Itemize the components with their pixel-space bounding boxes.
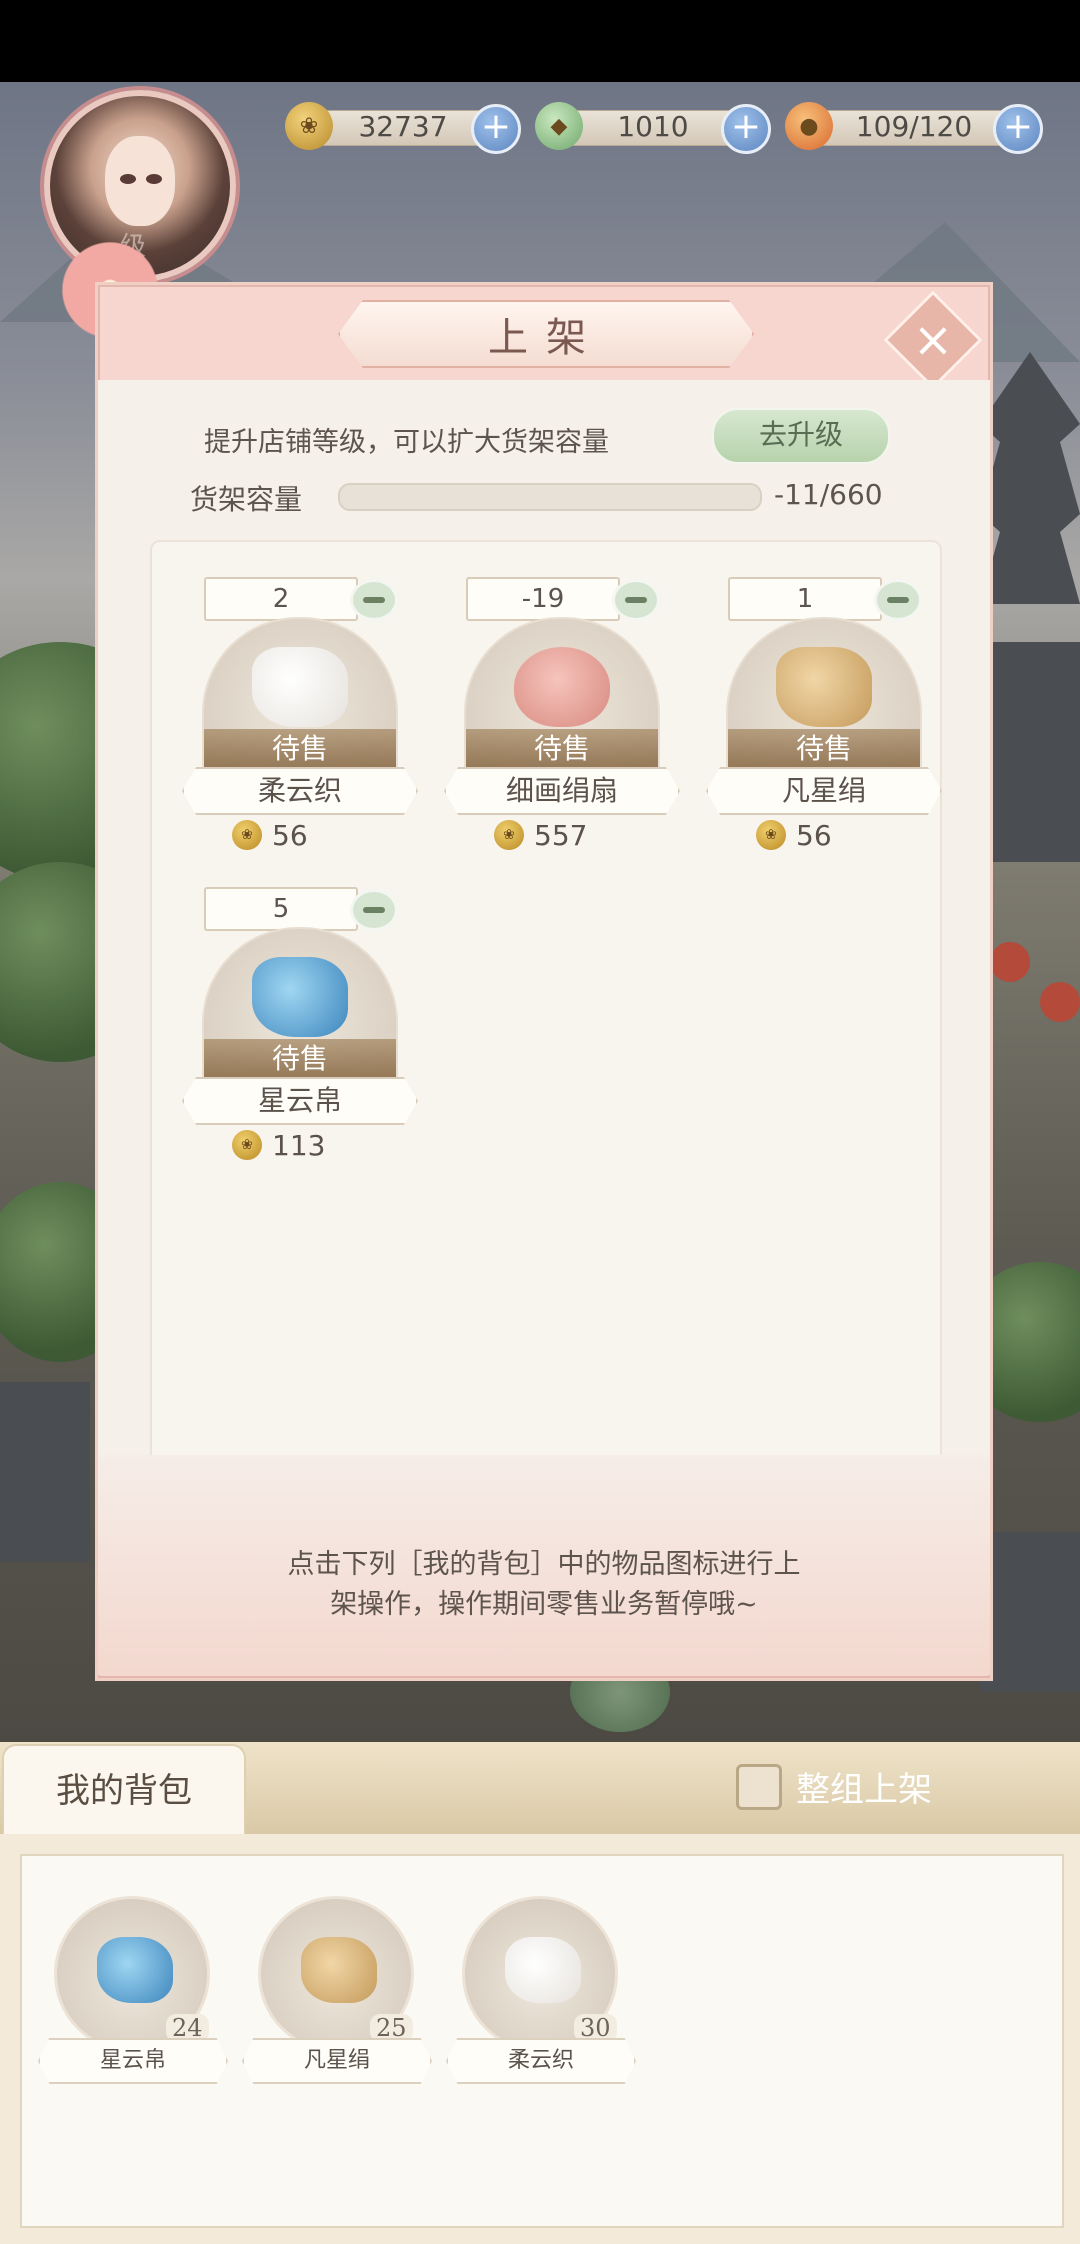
price-value: 557 xyxy=(534,818,588,852)
bag-tab-bar: 我的背包 整组上架 xyxy=(0,1742,1080,1836)
avatar-face xyxy=(105,136,175,226)
avatar-eye-icon xyxy=(146,174,162,184)
item-name: 柔云织 xyxy=(182,767,418,815)
item-price: ❀ 56 xyxy=(232,817,308,853)
item-name: 凡星绢 xyxy=(706,767,942,815)
paw-coin-icon: ❀ xyxy=(494,820,524,850)
shelf-item[interactable]: 5 待售 星云帛 ❀ 113 xyxy=(182,887,418,1177)
bag-item-count: 25 xyxy=(370,2014,413,2042)
bag-item[interactable]: 25 凡星绢 xyxy=(242,1896,432,2084)
paw-coin-icon: ❀ xyxy=(285,102,333,150)
close-button[interactable]: × xyxy=(883,290,983,390)
upgrade-hint: 提升店铺等级，可以扩大货架容量 xyxy=(204,427,609,458)
shelf-grid: 2 待售 柔云织 ❀ 56 -19 待售 细画绢扇 ❀ 557 1 待售 凡星绢… xyxy=(150,540,942,1524)
group-shelf-label[interactable]: 整组上架 xyxy=(796,1762,932,1811)
tab-my-bag[interactable]: 我的背包 xyxy=(2,1744,246,1836)
blue-silk-icon xyxy=(252,957,348,1037)
minus-button[interactable] xyxy=(350,889,398,931)
add-jade-button[interactable]: + xyxy=(721,104,771,154)
capacity-value: -11/660 xyxy=(774,478,883,511)
add-coin-button[interactable]: + xyxy=(471,104,521,154)
item-price: ❀ 56 xyxy=(756,817,832,853)
item-price: ❀ 557 xyxy=(494,817,587,853)
silk-roll-icon xyxy=(301,1937,377,2003)
price-value: 56 xyxy=(272,818,308,852)
stamina-value: 109/120 xyxy=(855,110,973,143)
shelf-dialog: 上架 × 提升店铺等级，可以扩大货架容量 去升级 货架容量 -11/660 2 … xyxy=(95,282,993,1681)
bag-item-name: 凡星绢 xyxy=(242,2038,432,2084)
peach-bun-icon: ● xyxy=(785,102,833,150)
price-value: 56 xyxy=(796,818,832,852)
blue-silk-icon xyxy=(97,1937,173,2003)
item-quantity[interactable]: 5 xyxy=(204,887,358,931)
silk-fan-icon xyxy=(514,647,610,727)
item-price: ❀ 113 xyxy=(232,1127,325,1163)
item-icon-frame[interactable]: 待售 xyxy=(202,617,398,771)
silk-cloth-icon xyxy=(252,647,348,727)
bag-item[interactable]: 24 星云帛 xyxy=(38,1896,228,2084)
bag-item-name: 星云帛 xyxy=(38,2038,228,2084)
bag-item-name: 柔云织 xyxy=(446,2038,636,2084)
item-icon-frame[interactable]: 待售 xyxy=(202,927,398,1081)
coin-value: 32737 xyxy=(358,110,448,143)
minus-button[interactable] xyxy=(350,579,398,621)
avatar-eye-icon xyxy=(120,174,136,184)
status-label: 待售 xyxy=(204,729,396,769)
silk-roll-icon xyxy=(776,647,872,727)
silk-cloth-icon xyxy=(505,1937,581,2003)
bag-item-count: 30 xyxy=(574,2014,617,2042)
jade-value: 1010 xyxy=(617,110,689,143)
bag-grid: 24 星云帛 25 凡星绢 30 柔云织 xyxy=(20,1854,1064,2228)
status-label: 待售 xyxy=(728,729,920,769)
paw-coin-icon: ❀ xyxy=(756,820,786,850)
dialog-body: 提升店铺等级，可以扩大货架容量 去升级 货架容量 -11/660 2 待售 柔云… xyxy=(98,380,990,1580)
item-icon-frame[interactable]: 待售 xyxy=(464,617,660,771)
status-label: 待售 xyxy=(466,729,658,769)
upgrade-button[interactable]: 去升级 xyxy=(712,408,890,464)
footer-instructions: 点击下列［我的背包］中的物品图标进行上 架操作，操作期间零售业务暂停哦~ xyxy=(238,1545,850,1625)
item-quantity[interactable]: -19 xyxy=(466,577,620,621)
item-quantity[interactable]: 1 xyxy=(728,577,882,621)
item-name: 细画绢扇 xyxy=(444,767,680,815)
footer-line-1: 点击下列［我的背包］中的物品图标进行上 xyxy=(287,1549,801,1580)
dialog-title: 上架 xyxy=(488,315,604,361)
bag-item[interactable]: 30 柔云织 xyxy=(446,1896,636,2084)
status-bar xyxy=(0,0,1080,82)
shelf-item[interactable]: 2 待售 柔云织 ❀ 56 xyxy=(182,577,418,867)
minus-button[interactable] xyxy=(612,579,660,621)
item-quantity[interactable]: 2 xyxy=(204,577,358,621)
capacity-label: 货架容量 xyxy=(190,483,303,516)
jade-frog-icon: ◆ xyxy=(535,102,583,150)
jade-counter: ◆ 1010 + xyxy=(535,102,771,154)
paw-coin-icon: ❀ xyxy=(232,1130,262,1160)
status-label: 待售 xyxy=(204,1039,396,1079)
item-icon-frame[interactable]: 待售 xyxy=(726,617,922,771)
coin-counter: ❀ 32737 + xyxy=(285,102,521,154)
shelf-item[interactable]: -19 待售 细画绢扇 ❀ 557 xyxy=(444,577,680,867)
bag-panel: 24 星云帛 25 凡星绢 30 柔云织 xyxy=(0,1834,1080,2244)
shelf-item[interactable]: 1 待售 凡星绢 ❀ 56 xyxy=(706,577,942,867)
bag-item-count: 24 xyxy=(166,2014,209,2042)
close-icon: × xyxy=(912,312,954,368)
capacity-bar xyxy=(338,483,762,511)
minus-button[interactable] xyxy=(874,579,922,621)
paw-coin-icon: ❀ xyxy=(232,820,262,850)
stamina-counter: ● 109/120 + xyxy=(785,102,1043,154)
price-value: 113 xyxy=(272,1128,326,1162)
group-shelf-checkbox[interactable] xyxy=(736,1764,782,1810)
add-stamina-button[interactable]: + xyxy=(993,104,1043,154)
item-name: 星云帛 xyxy=(182,1077,418,1125)
dialog-title-plate: 上架 xyxy=(338,300,754,368)
footer-line-2: 架操作，操作期间零售业务暂停哦~ xyxy=(330,1589,758,1620)
